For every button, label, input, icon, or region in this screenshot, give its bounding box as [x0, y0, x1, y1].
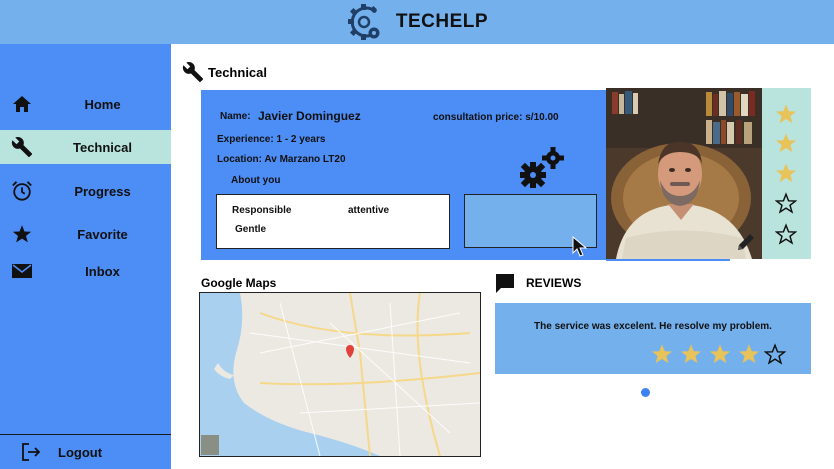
reviews-header: REVIEWS [494, 272, 581, 294]
star-filled-icon[interactable] [775, 132, 797, 154]
name-label: Name: [220, 111, 251, 122]
brand-title: TECHELP [395, 11, 489, 32]
trait-tag: attentive [348, 205, 390, 216]
page-title: Technical [182, 61, 267, 83]
experience-text: Experience: 1 - 2 years [217, 134, 326, 145]
logout-button[interactable]: Logout [0, 435, 171, 469]
review-card: The service was excelent. He resolve my … [495, 303, 811, 374]
sidebar-item-technical[interactable]: Technical [0, 130, 171, 164]
star-empty-icon[interactable] [775, 192, 797, 214]
technician-profile-card: Name: Javier Dominguez consultation pric… [201, 90, 606, 260]
gears-icon [520, 147, 564, 188]
pointer-cursor-icon [572, 236, 588, 257]
sidebar-item-inbox[interactable]: Inbox [0, 254, 171, 288]
star-empty-icon[interactable] [775, 223, 797, 245]
technician-name: Javier Dominguez [258, 109, 361, 123]
trait-tag: Responsible [232, 205, 292, 216]
about-label: About you [231, 175, 281, 186]
sidebar-item-label: Technical [72, 139, 132, 155]
alarm-clock-icon [11, 180, 33, 202]
sidebar-item-label: Favorite [77, 226, 128, 242]
trait-tag: Gentle [235, 224, 267, 235]
logout-icon [20, 441, 42, 463]
star-filled-icon [680, 344, 702, 364]
star-empty-icon [764, 343, 786, 365]
star-filled-icon[interactable] [775, 103, 797, 125]
sidebar-item-favorite[interactable]: Favorite [0, 217, 171, 251]
app-header: TECHELP [0, 0, 834, 44]
sidebar-item-label: Home [84, 96, 121, 112]
wrench-icon [182, 62, 204, 83]
sidebar-item-home[interactable]: Home [0, 87, 171, 121]
logout-label: Logout [58, 444, 103, 460]
star-filled-icon [651, 344, 673, 364]
sidebar: Home Technical Progress Favorite Inbox L… [0, 44, 171, 469]
google-map[interactable] [199, 292, 481, 457]
maps-title: Google Maps [201, 276, 277, 290]
page-title-text: Technical [208, 64, 268, 80]
sidebar-item-label: Inbox [85, 263, 120, 279]
consultation-price: consultation price: s/10.00 [433, 112, 559, 123]
sidebar-item-label: Progress [74, 183, 131, 199]
traits-box: Responsible attentive Gentle [216, 194, 450, 249]
location-text: Location: Av Marzano LT20 [217, 154, 346, 165]
wrench-icon [11, 136, 33, 158]
star-filled-icon[interactable] [775, 162, 797, 184]
review-text: The service was excelent. He resolve my … [534, 321, 772, 332]
technician-rating [762, 88, 811, 259]
divider [606, 259, 730, 261]
sidebar-item-progress[interactable]: Progress [0, 174, 171, 208]
gear-logo-icon [347, 4, 380, 40]
mail-icon [11, 260, 33, 282]
edit-pen-icon[interactable] [735, 231, 757, 253]
reviews-title: REVIEWS [526, 276, 582, 290]
star-filled-icon [738, 344, 760, 364]
chat-bubble-icon [496, 274, 514, 293]
home-icon [11, 93, 33, 115]
carousel-dot[interactable] [641, 388, 650, 397]
star-icon [11, 223, 33, 245]
star-filled-icon [709, 344, 731, 364]
